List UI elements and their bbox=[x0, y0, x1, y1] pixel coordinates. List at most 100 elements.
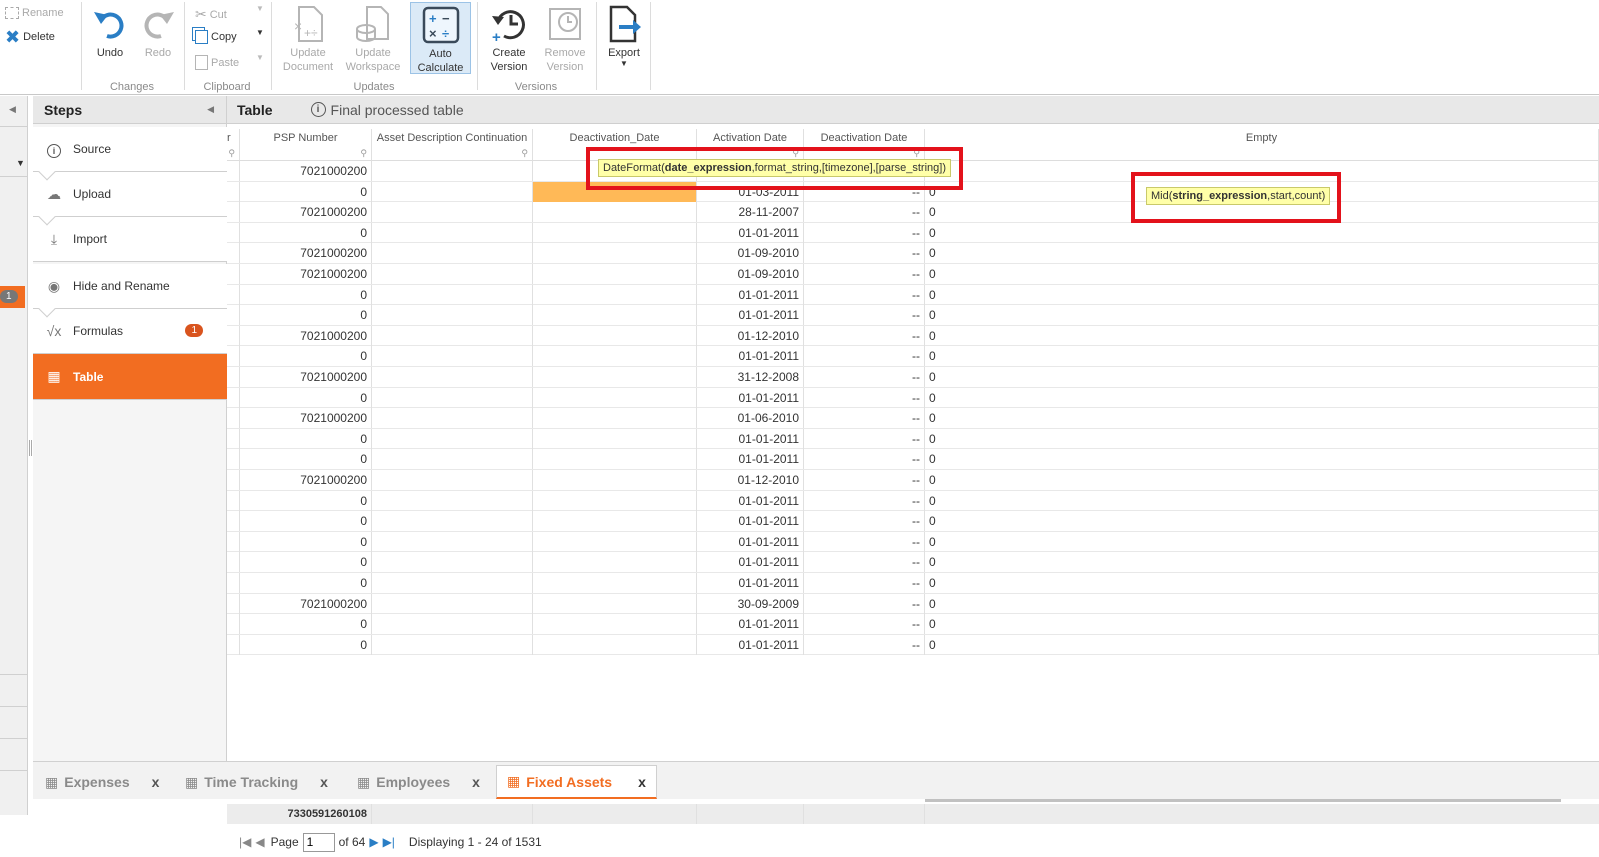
empty-cell[interactable]: 0 bbox=[925, 346, 1599, 367]
tab-time-tracking[interactable]: ▦ Time Tracking x bbox=[185, 765, 328, 799]
splitter-handle[interactable] bbox=[29, 440, 32, 456]
column-header[interactable]: r bbox=[227, 129, 240, 147]
table-row[interactable]: 0 01-01-2011 -- 0 bbox=[227, 552, 1599, 573]
paste-dropdown-icon[interactable]: ▼ bbox=[256, 53, 264, 62]
deactivation-date-cell[interactable]: -- bbox=[804, 593, 925, 614]
activation-date-cell[interactable]: 30-09-2009 bbox=[697, 593, 804, 614]
collapse-left-icon[interactable]: ◀ bbox=[9, 104, 16, 115]
table-row[interactable]: 0 01-01-2011 -- 0 bbox=[227, 634, 1599, 656]
asset-description-cell[interactable] bbox=[372, 490, 533, 511]
psp-number-cell[interactable]: 0 bbox=[240, 387, 372, 408]
deactivation-date-cell[interactable]: -- bbox=[804, 552, 925, 573]
deactivation-date-formula-cell[interactable] bbox=[533, 552, 697, 573]
row-cell[interactable] bbox=[227, 593, 240, 614]
page-input[interactable] bbox=[302, 832, 335, 852]
psp-number-cell[interactable]: 0 bbox=[240, 181, 372, 202]
activation-date-cell[interactable]: 01-01-2011 bbox=[697, 552, 804, 573]
deactivation-date-cell[interactable]: -- bbox=[804, 428, 925, 449]
empty-cell[interactable]: 0 bbox=[925, 305, 1599, 326]
copy-button[interactable]: Copy bbox=[195, 30, 237, 44]
empty-cell[interactable]: 0 bbox=[925, 511, 1599, 532]
activation-date-cell[interactable]: 01-01-2011 bbox=[697, 511, 804, 532]
asset-description-cell[interactable] bbox=[372, 614, 533, 635]
undo-button[interactable]: Undo bbox=[88, 2, 132, 60]
asset-description-cell[interactable] bbox=[372, 387, 533, 408]
activation-date-cell[interactable]: 01-06-2010 bbox=[697, 408, 804, 429]
asset-description-cell[interactable] bbox=[372, 552, 533, 573]
deactivation-date-formula-cell[interactable] bbox=[533, 202, 697, 223]
empty-cell[interactable]: 0 bbox=[925, 573, 1599, 593]
asset-description-cell[interactable] bbox=[372, 634, 533, 655]
table-row[interactable]: 0 01-01-2011 -- 0 bbox=[227, 531, 1599, 553]
row-cell[interactable] bbox=[227, 305, 240, 326]
deactivation-date-cell[interactable]: -- bbox=[804, 408, 925, 429]
deactivation-date-formula-cell[interactable] bbox=[533, 449, 697, 470]
empty-cell[interactable]: 0 bbox=[925, 552, 1599, 573]
empty-cell[interactable]: 0 bbox=[925, 614, 1599, 635]
last-page-icon[interactable]: ▶| bbox=[383, 835, 395, 849]
psp-number-cell[interactable]: 7021000200 bbox=[240, 325, 372, 346]
activation-date-cell[interactable]: 01-01-2011 bbox=[697, 428, 804, 449]
table-row[interactable]: 0 01-01-2011 -- 0 bbox=[227, 346, 1599, 367]
activation-date-cell[interactable]: 28-11-2007 bbox=[697, 202, 804, 223]
asset-description-cell[interactable] bbox=[372, 305, 533, 326]
row-cell[interactable] bbox=[227, 387, 240, 408]
empty-cell[interactable]: 0 bbox=[925, 449, 1599, 470]
deactivation-date-cell[interactable]: -- bbox=[804, 511, 925, 532]
empty-cell[interactable]: 0 bbox=[925, 367, 1599, 387]
empty-cell[interactable]: 0 bbox=[925, 593, 1599, 614]
psp-number-cell[interactable]: 0 bbox=[240, 531, 372, 552]
psp-number-cell[interactable]: 0 bbox=[240, 614, 372, 635]
deactivation-date-formula-cell[interactable] bbox=[533, 222, 697, 243]
empty-cell[interactable]: 0 bbox=[925, 531, 1599, 552]
row-cell[interactable] bbox=[227, 634, 240, 655]
column-header-psp-number[interactable]: PSP Number bbox=[240, 129, 372, 147]
prev-page-icon[interactable]: ◀ bbox=[255, 835, 264, 849]
deactivation-date-formula-cell[interactable] bbox=[533, 614, 697, 635]
deactivation-date-cell[interactable]: -- bbox=[804, 531, 925, 552]
deactivation-date-formula-cell[interactable] bbox=[533, 305, 697, 326]
psp-number-cell[interactable]: 0 bbox=[240, 346, 372, 367]
row-cell[interactable] bbox=[227, 181, 240, 202]
psp-number-cell[interactable]: 7021000200 bbox=[240, 243, 372, 264]
psp-number-cell[interactable]: 0 bbox=[240, 634, 372, 655]
cut-button[interactable]: ✂ Cut bbox=[195, 6, 227, 23]
deactivation-date-cell[interactable]: -- bbox=[804, 449, 925, 470]
psp-number-cell[interactable]: 7021000200 bbox=[240, 408, 372, 429]
delete-button[interactable]: ✖ Delete bbox=[5, 28, 55, 46]
deactivation-date-cell[interactable]: -- bbox=[804, 305, 925, 326]
table-row[interactable]: 0 01-01-2011 -- 0 bbox=[227, 428, 1599, 450]
row-cell[interactable] bbox=[227, 264, 240, 284]
table-row[interactable]: 7021000200 01-09-2010 -- 0 bbox=[227, 264, 1599, 285]
deactivation-date-formula-cell[interactable] bbox=[533, 531, 697, 552]
activation-date-cell[interactable]: 01-01-2011 bbox=[697, 449, 804, 470]
column-header-asset-description[interactable]: Asset Description Continuation bbox=[372, 129, 533, 147]
table-row[interactable]: 7021000200 01-09-2010 -- 0 bbox=[227, 243, 1599, 264]
activation-date-cell[interactable]: 01-01-2011 bbox=[697, 614, 804, 635]
row-cell[interactable] bbox=[227, 449, 240, 470]
activation-date-cell[interactable]: 31-12-2008 bbox=[697, 367, 804, 387]
row-cell[interactable] bbox=[227, 222, 240, 243]
asset-description-cell[interactable] bbox=[372, 264, 533, 284]
psp-number-cell[interactable]: 0 bbox=[240, 222, 372, 243]
export-button[interactable]: Export ▼ bbox=[600, 2, 648, 68]
row-cell[interactable] bbox=[227, 367, 240, 387]
deactivation-date-cell[interactable]: -- bbox=[804, 243, 925, 264]
row-cell[interactable] bbox=[227, 470, 240, 490]
deactivation-date-cell[interactable]: -- bbox=[804, 573, 925, 593]
activation-date-cell[interactable]: 01-01-2011 bbox=[697, 346, 804, 367]
psp-number-cell[interactable]: 0 bbox=[240, 573, 372, 593]
deactivation-date-formula-cell[interactable] bbox=[533, 346, 697, 367]
deactivation-date-formula-cell[interactable] bbox=[533, 470, 697, 490]
deactivation-date-formula-cell[interactable] bbox=[533, 593, 697, 614]
row-cell[interactable] bbox=[227, 243, 240, 264]
rename-button[interactable]: Rename bbox=[5, 7, 64, 19]
table-row[interactable]: 0 01-01-2011 -- 0 bbox=[227, 284, 1599, 306]
close-icon[interactable]: x bbox=[472, 774, 480, 790]
activation-date-cell[interactable]: 01-12-2010 bbox=[697, 470, 804, 490]
activation-date-cell[interactable]: 01-01-2011 bbox=[697, 222, 804, 243]
asset-description-cell[interactable] bbox=[372, 325, 533, 346]
deactivation-date-cell[interactable]: -- bbox=[804, 470, 925, 490]
activation-date-cell[interactable]: 01-01-2011 bbox=[697, 573, 804, 593]
auto-calculate-button[interactable]: + − × ÷ Auto Calculate bbox=[410, 2, 471, 74]
